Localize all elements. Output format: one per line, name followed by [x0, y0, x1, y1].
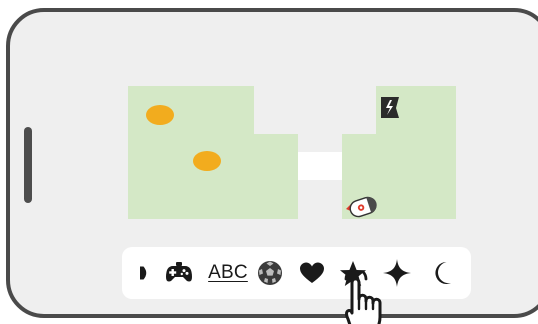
gamepad-icon: [166, 262, 192, 282]
play-button[interactable]: [130, 247, 158, 299]
moon-icon: [435, 261, 451, 284]
ball-button[interactable]: [254, 247, 286, 299]
stage: ABC: [0, 0, 538, 324]
text-tool-label: ABC: [208, 262, 248, 283]
corridor: [298, 152, 342, 180]
gamepad-button[interactable]: [160, 247, 198, 299]
heart-button[interactable]: [296, 247, 328, 299]
soccer-ball-icon: [258, 261, 282, 285]
text-tool[interactable]: ABC: [206, 247, 250, 299]
coin-top[interactable]: [146, 105, 174, 125]
moon-button[interactable]: [428, 247, 458, 299]
coin-bottom[interactable]: [193, 151, 221, 171]
toolbar: ABC: [122, 247, 471, 299]
phone-side-button: [24, 127, 32, 203]
play-icon: [140, 266, 147, 280]
heart-icon: [300, 262, 324, 283]
tap-hand-icon: [344, 271, 382, 324]
